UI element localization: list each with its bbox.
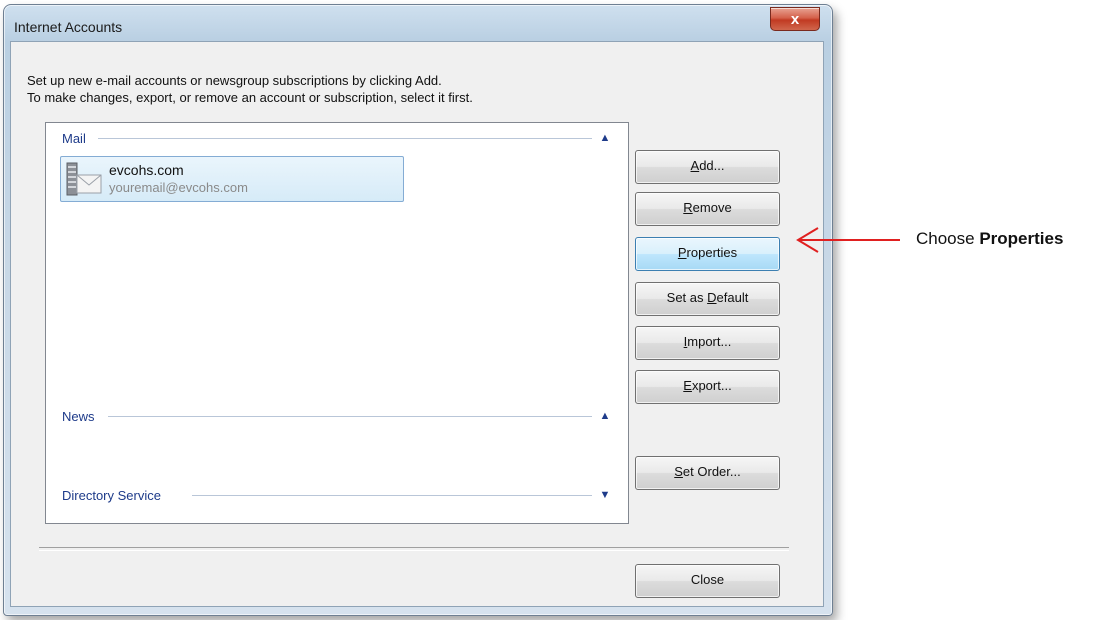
title-bar[interactable]: Internet Accounts x — [4, 5, 832, 41]
close-button[interactable]: Close — [635, 564, 780, 598]
internet-accounts-window: Internet Accounts x Set up new e-mail ac… — [3, 4, 833, 616]
group-divider-news — [108, 416, 592, 417]
group-header-mail[interactable]: Mail — [62, 128, 86, 148]
annotation-arrow-icon — [796, 227, 900, 253]
window-title: Internet Accounts — [14, 19, 123, 35]
group-header-directory-service[interactable]: Directory Service — [62, 485, 161, 505]
instructions-line-1: Set up new e-mail accounts or newsgroup … — [27, 73, 442, 88]
set-as-default-button[interactable]: Set as Default — [635, 282, 780, 316]
group-divider-mail — [98, 138, 592, 139]
account-item-evcohs[interactable]: evcohs.com youremail@evcohs.com — [60, 156, 404, 202]
dialog-separator — [39, 547, 789, 551]
mail-account-icon — [66, 162, 102, 196]
chevron-down-icon[interactable]: ▼ — [598, 488, 612, 502]
instructions-line-2: To make changes, export, or remove an ac… — [27, 90, 473, 105]
add-button[interactable]: Add... — [635, 150, 780, 184]
export-button[interactable]: Export... — [635, 370, 780, 404]
group-divider-directory — [192, 495, 592, 496]
chevron-up-icon[interactable]: ▲ — [598, 131, 612, 145]
dialog-client-area: Set up new e-mail accounts or newsgroup … — [10, 41, 824, 607]
window-close-button[interactable]: x — [770, 7, 820, 31]
set-order-button[interactable]: Set Order... — [635, 456, 780, 490]
properties-button[interactable]: Properties — [635, 237, 780, 271]
chevron-up-icon[interactable]: ▲ — [598, 409, 612, 423]
accounts-listbox[interactable]: Mail ▲ evcohs.com youremail@evcohs.com N… — [45, 122, 629, 524]
group-header-news[interactable]: News — [62, 406, 95, 426]
remove-button[interactable]: Remove — [635, 192, 780, 226]
account-name: evcohs.com — [109, 162, 184, 178]
close-icon: x — [790, 10, 800, 28]
import-button[interactable]: Import... — [635, 326, 780, 360]
annotation-text: Choose Properties — [916, 229, 1064, 248]
instructions-text: Set up new e-mail accounts or newsgroup … — [27, 72, 473, 106]
account-email: youremail@evcohs.com — [109, 180, 248, 195]
